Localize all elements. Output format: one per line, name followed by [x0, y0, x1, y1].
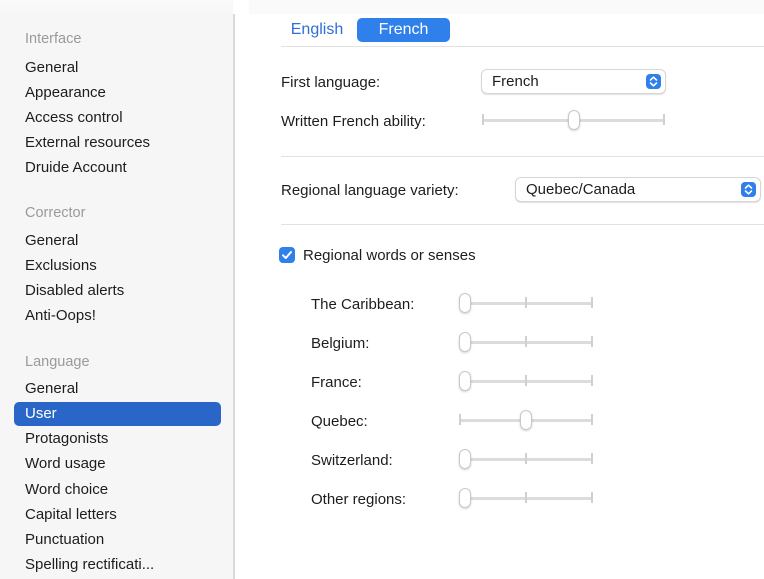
- sidebar-item-access-control[interactable]: Access control: [14, 106, 221, 130]
- sidebar-item-protagonists[interactable]: Protagonists: [14, 427, 221, 451]
- first-language-label: First language:: [281, 74, 381, 91]
- sidebar-item-interface-general[interactable]: General: [14, 56, 221, 80]
- regional-words-checkbox[interactable]: [279, 247, 295, 263]
- slider-tick: [591, 375, 593, 386]
- slider-tick: [591, 453, 593, 464]
- main-panel: English French First language: French Wr…: [249, 0, 764, 579]
- slider-tick: [591, 336, 593, 347]
- sidebar-item-word-choice[interactable]: Word choice: [14, 478, 221, 502]
- section-divider: [281, 224, 764, 225]
- slider-tick: [459, 414, 461, 425]
- checkmark-icon: [282, 251, 292, 259]
- slider-thumb[interactable]: [459, 293, 471, 313]
- sidebar-item-spelling-rectifications[interactable]: Spelling rectificati...: [14, 553, 221, 577]
- slider-tick: [663, 114, 665, 125]
- regional-variety-label: Regional language variety:: [281, 182, 459, 199]
- sidebar-item-external-resources[interactable]: External resources: [14, 131, 221, 155]
- section-heading-corrector: Corrector: [25, 205, 86, 221]
- slider-thumb[interactable]: [459, 332, 471, 352]
- slider-tick: [482, 114, 484, 125]
- sidebar-item-disabled-alerts[interactable]: Disabled alerts: [14, 279, 221, 303]
- slider-thumb[interactable]: [459, 371, 471, 391]
- region-slider-belgium[interactable]: [459, 331, 593, 353]
- main-top-edge: [249, 0, 764, 14]
- sidebar-item-punctuation[interactable]: Punctuation: [14, 528, 221, 552]
- region-slider-switzerland[interactable]: [459, 448, 593, 470]
- chevron-updown-icon: [646, 74, 661, 89]
- region-slider-quebec[interactable]: [459, 409, 593, 431]
- region-label-quebec: Quebec:: [311, 413, 368, 430]
- region-label-switzerland: Switzerland:: [311, 452, 393, 469]
- sidebar-item-corrector-general[interactable]: General: [14, 229, 221, 253]
- region-label-caribbean: The Caribbean:: [311, 296, 415, 313]
- sidebar-item-user[interactable]: User: [14, 402, 221, 426]
- tab-english[interactable]: English: [284, 18, 350, 42]
- slider-tick: [525, 297, 527, 308]
- chevron-updown-icon: [741, 182, 756, 197]
- region-slider-caribbean[interactable]: [459, 292, 593, 314]
- slider-tick: [525, 492, 527, 503]
- slider-thumb[interactable]: [459, 488, 471, 508]
- region-slider-france[interactable]: [459, 370, 593, 392]
- sidebar: Interface General Appearance Access cont…: [0, 0, 233, 579]
- sidebar-divider: [233, 14, 235, 579]
- slider-tick: [525, 453, 527, 464]
- tab-divider: [281, 46, 764, 47]
- tab-french[interactable]: French: [357, 18, 450, 42]
- sidebar-top-edge: [0, 0, 233, 14]
- slider-tick: [525, 375, 527, 386]
- slider-tick: [591, 492, 593, 503]
- region-label-france: France:: [311, 374, 362, 391]
- regional-words-label: Regional words or senses: [303, 247, 476, 264]
- sidebar-item-capital-letters[interactable]: Capital letters: [14, 503, 221, 527]
- sidebar-item-word-usage[interactable]: Word usage: [14, 452, 221, 476]
- section-heading-language: Language: [25, 354, 90, 370]
- slider-thumb[interactable]: [459, 449, 471, 469]
- first-language-popup[interactable]: French: [481, 69, 666, 94]
- slider-tick: [591, 297, 593, 308]
- regional-variety-value: Quebec/Canada: [526, 181, 636, 198]
- region-label-belgium: Belgium:: [311, 335, 370, 352]
- section-divider: [281, 156, 764, 157]
- sidebar-item-anti-oops[interactable]: Anti-Oops!: [14, 304, 221, 328]
- first-language-value: French: [492, 73, 539, 90]
- slider-thumb[interactable]: [568, 110, 580, 130]
- sidebar-item-exclusions[interactable]: Exclusions: [14, 254, 221, 278]
- slider-tick: [591, 414, 593, 425]
- region-label-other: Other regions:: [311, 491, 407, 508]
- written-french-slider[interactable]: [482, 109, 665, 131]
- slider-tick: [525, 336, 527, 347]
- sidebar-item-language-general[interactable]: General: [14, 377, 221, 401]
- sidebar-item-appearance[interactable]: Appearance: [14, 81, 221, 105]
- written-french-label: Written French ability:: [281, 113, 426, 130]
- section-heading-interface: Interface: [25, 31, 82, 47]
- region-slider-other[interactable]: [459, 487, 593, 509]
- sidebar-item-druide-account[interactable]: Druide Account: [14, 156, 221, 180]
- slider-thumb[interactable]: [520, 410, 532, 430]
- regional-variety-popup[interactable]: Quebec/Canada: [515, 177, 761, 202]
